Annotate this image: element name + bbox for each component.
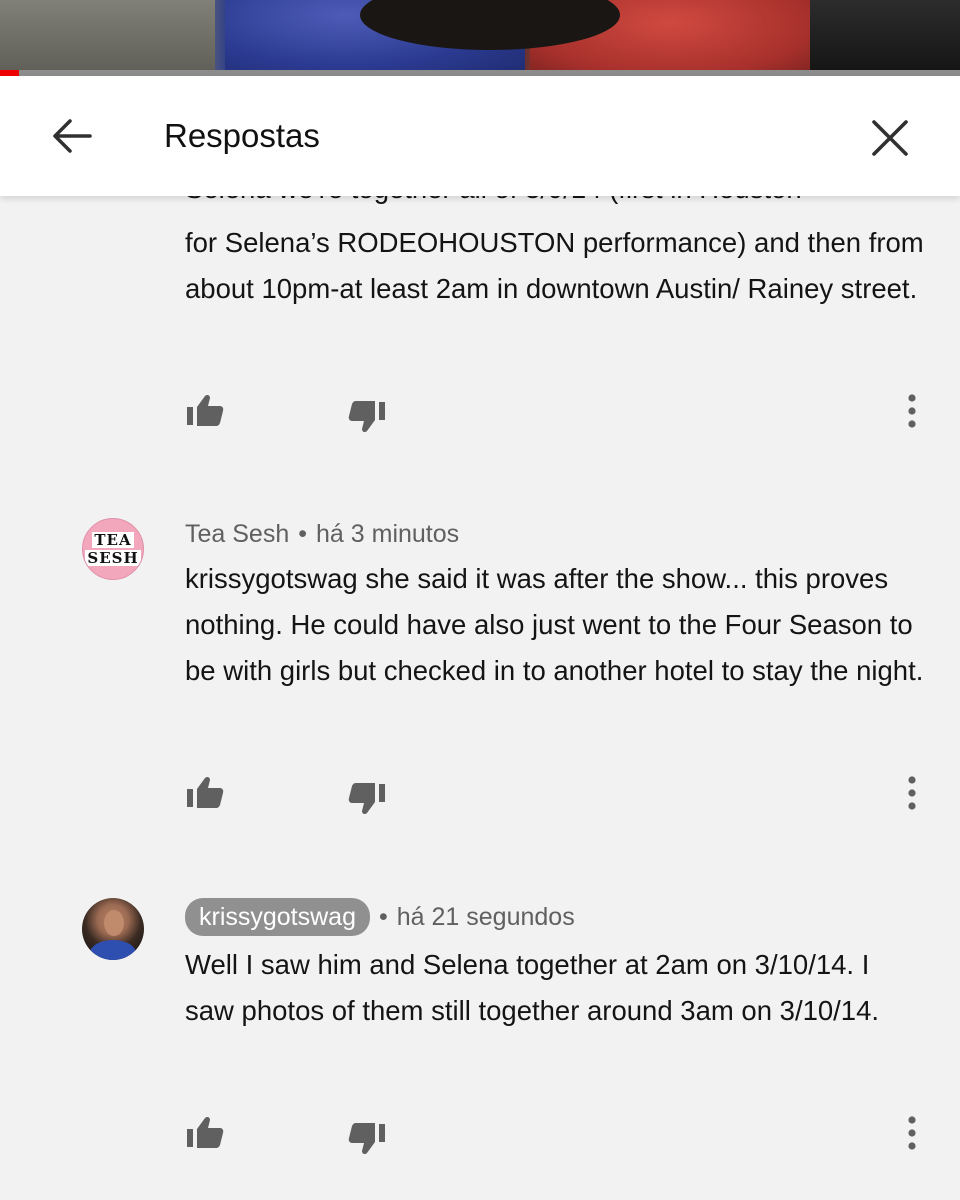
comment-text: krissygotswag she said it was after the …: [185, 563, 924, 686]
like-button[interactable]: [180, 386, 230, 436]
avatar[interactable]: [82, 898, 144, 960]
more-vert-icon: [908, 1116, 916, 1150]
arrow-left-icon: [53, 119, 92, 153]
more-options-button[interactable]: [894, 386, 930, 436]
comment-author[interactable]: Tea Sesh: [185, 516, 289, 552]
comment-list: Selena we're together all of 3/9/14 (fir…: [0, 196, 960, 1200]
close-button[interactable]: [862, 110, 918, 166]
meta-separator: •: [298, 520, 308, 548]
meta-separator: •: [379, 903, 388, 931]
thumbs-up-icon: [187, 776, 224, 808]
close-icon: [872, 120, 908, 156]
comment-actions: [0, 768, 960, 828]
comment-actions: [0, 386, 960, 446]
comment-text-cut-line: Selena we're together all of 3/9/14 (fir…: [185, 196, 925, 212]
replies-header: Respostas: [0, 76, 960, 196]
avatar-face: [104, 910, 124, 936]
like-button[interactable]: [180, 1108, 230, 1158]
comment-text: Well I saw him and Selena together at 2a…: [185, 949, 880, 1026]
comment-meta: krissygotswag • há 21 segundos: [185, 898, 575, 936]
more-options-button[interactable]: [894, 768, 930, 818]
more-vert-icon: [908, 776, 916, 810]
dislike-button[interactable]: [342, 392, 392, 442]
thumbs-down-icon: [348, 401, 385, 433]
thumbs-up-icon: [187, 1116, 224, 1148]
like-button[interactable]: [180, 768, 230, 818]
comment-author-chip[interactable]: krissygotswag: [185, 898, 370, 936]
video-frame-left: [0, 0, 215, 76]
comment-timestamp[interactable]: há 21 segundos: [397, 899, 575, 935]
comment-actions: [0, 1108, 960, 1168]
thumbs-down-icon: [348, 783, 385, 815]
more-options-button[interactable]: [894, 1108, 930, 1158]
avatar-logo-word: TEA: [92, 531, 134, 549]
comment-timestamp[interactable]: há 3 minutos: [316, 516, 459, 552]
avatar-body: [90, 940, 136, 960]
page-title: Respostas: [164, 117, 320, 154]
video-player-strip[interactable]: [0, 0, 960, 76]
thumbs-up-icon: [187, 394, 224, 426]
back-button[interactable]: [42, 110, 102, 162]
avatar-logo-word: SESH: [85, 549, 141, 567]
dislike-button[interactable]: [342, 1114, 392, 1164]
thumbs-down-icon: [348, 1123, 385, 1155]
dislike-button[interactable]: [342, 774, 392, 824]
avatar[interactable]: TEA SESH: [82, 518, 144, 580]
video-frame-right: [810, 0, 960, 76]
comment-meta: Tea Sesh • há 3 minutos: [185, 516, 459, 552]
more-vert-icon: [908, 394, 916, 428]
comment-text: for Selena’s RODEOHOUSTON performance) a…: [185, 227, 924, 304]
